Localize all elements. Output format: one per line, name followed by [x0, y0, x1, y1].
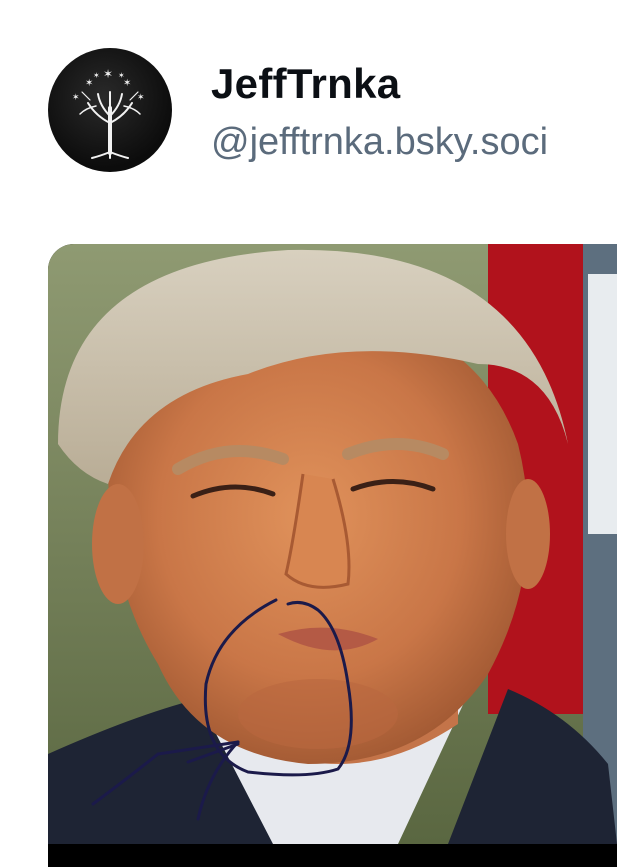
svg-text:✶: ✶ [118, 71, 125, 80]
author-avatar[interactable]: ✶ ✶ ✶ ✶ ✶ ✶ ✶ [48, 48, 172, 172]
svg-text:✶: ✶ [103, 67, 113, 81]
white-tree-icon: ✶ ✶ ✶ ✶ ✶ ✶ ✶ [72, 67, 145, 159]
post-image[interactable] [48, 244, 617, 867]
svg-text:✶: ✶ [137, 93, 145, 103]
svg-text:✶: ✶ [72, 93, 80, 103]
svg-text:✶: ✶ [93, 71, 100, 80]
author-handle[interactable]: @jefftrnka.bsky.soci [211, 121, 617, 164]
author-display-name[interactable]: JeffTrnka [211, 60, 400, 108]
